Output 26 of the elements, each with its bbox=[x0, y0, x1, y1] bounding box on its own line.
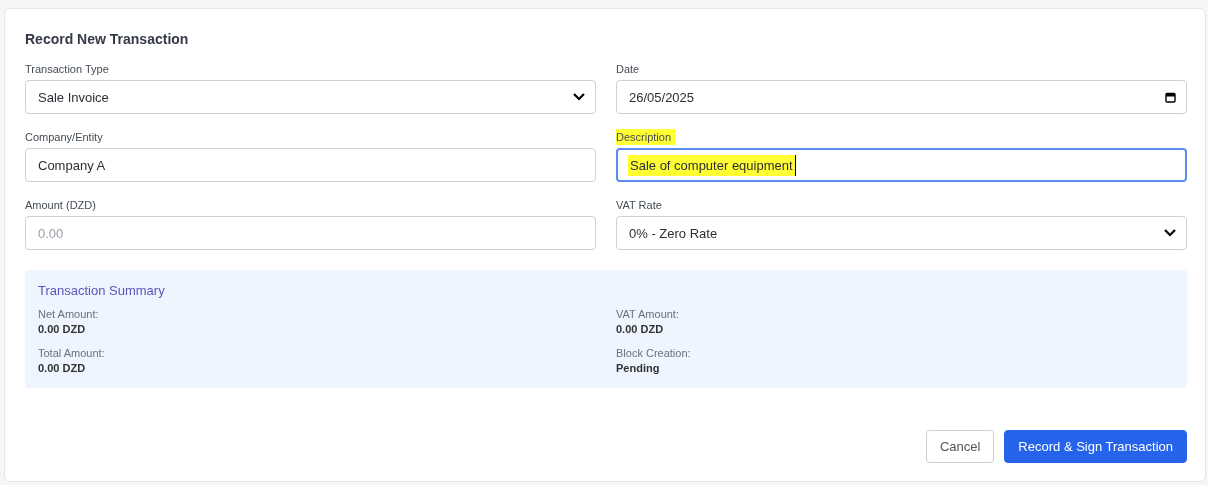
chevron-down-icon bbox=[573, 93, 585, 101]
summary-label: Block Creation: bbox=[616, 347, 692, 359]
cancel-button[interactable]: Cancel bbox=[925, 430, 995, 463]
submit-button[interactable]: Record & Sign Transaction bbox=[1004, 430, 1187, 463]
field-label: Company/Entity bbox=[25, 131, 103, 143]
field-label: Amount (DZD) bbox=[25, 199, 96, 211]
input-field[interactable]: Sale of computer equipment bbox=[616, 148, 1187, 182]
summary-value: Pending bbox=[616, 362, 661, 374]
field-label: VAT Rate bbox=[616, 199, 662, 211]
summary-label: Total Amount: bbox=[38, 347, 106, 359]
field-label: Transaction Type bbox=[25, 63, 109, 75]
summary-value: 0.00 DZD bbox=[38, 362, 87, 374]
summary-value: 0.00 DZD bbox=[616, 323, 665, 335]
summary-label: Net Amount: bbox=[38, 308, 100, 320]
calendar-icon bbox=[1165, 91, 1176, 103]
chevron-down-icon bbox=[1164, 229, 1176, 237]
summary-title: Transaction Summary bbox=[38, 283, 166, 298]
dropdown-field[interactable]: Sale Invoice bbox=[25, 80, 596, 114]
summary-label: VAT Amount: bbox=[616, 308, 680, 320]
summary-value: 0.00 DZD bbox=[38, 323, 87, 335]
dropdown-field[interactable]: 0% - Zero Rate bbox=[616, 216, 1187, 250]
form-title: Record New Transaction bbox=[25, 31, 190, 47]
input-field[interactable]: Company A bbox=[25, 148, 596, 182]
field-label: Description bbox=[616, 129, 676, 145]
field-label: Date bbox=[616, 63, 640, 75]
date-field[interactable]: 26/05/2025 bbox=[616, 80, 1187, 114]
